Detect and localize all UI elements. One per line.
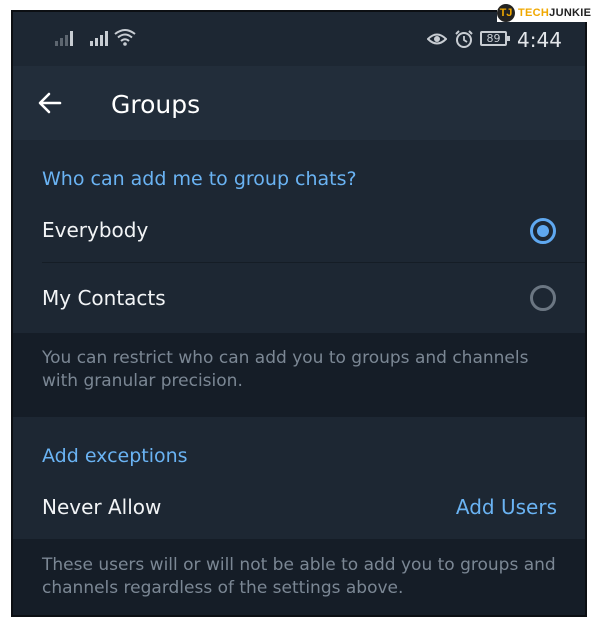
who-can-add-section: Who can add me to group chats? Everybody… [13, 140, 585, 333]
everybody-radio[interactable] [530, 218, 556, 244]
page-title: Groups [111, 90, 201, 119]
never-allow-row[interactable]: Never Allow Add Users [13, 479, 585, 539]
option-my-contacts-label: My Contacts [42, 286, 166, 310]
exceptions-section: Add exceptions Never Allow Add Users [13, 417, 585, 539]
wifi-icon [114, 29, 136, 46]
watermark-logo: TJ [497, 4, 515, 22]
signal-icon [90, 30, 108, 46]
watermark-text-tech: TECH [518, 7, 550, 19]
signal-icon [55, 30, 73, 46]
phone-screen: 89 4:44 Groups Who can add me to group c… [11, 10, 587, 617]
info-text: These users will or will not be able to … [42, 555, 556, 598]
alarm-icon [455, 30, 473, 48]
option-my-contacts[interactable]: My Contacts [13, 263, 585, 333]
info-text: You can restrict who can add you to grou… [42, 348, 529, 391]
eye-icon [427, 33, 447, 45]
status-time: 4:44 [517, 28, 562, 52]
watermark-text: TECHJUNKIE [518, 7, 591, 19]
my-contacts-radio[interactable] [530, 285, 556, 311]
add-users-button[interactable]: Add Users [456, 495, 557, 519]
back-arrow-icon[interactable] [38, 92, 62, 114]
watermark-text-junkie: JUNKIE [549, 7, 592, 19]
app-bar: Groups [13, 66, 585, 140]
battery-icon: 89 [480, 31, 510, 46]
option-everybody-label: Everybody [42, 218, 149, 242]
who-can-add-info: You can restrict who can add you to grou… [13, 333, 585, 417]
exceptions-info: These users will or will not be able to … [13, 539, 585, 615]
never-allow-label: Never Allow [42, 495, 162, 519]
techjunkie-watermark: TJ TECHJUNKIE [497, 4, 596, 22]
section-header: Who can add me to group chats? [42, 168, 357, 190]
option-everybody[interactable]: Everybody [13, 200, 585, 262]
section-header: Add exceptions [42, 445, 188, 467]
